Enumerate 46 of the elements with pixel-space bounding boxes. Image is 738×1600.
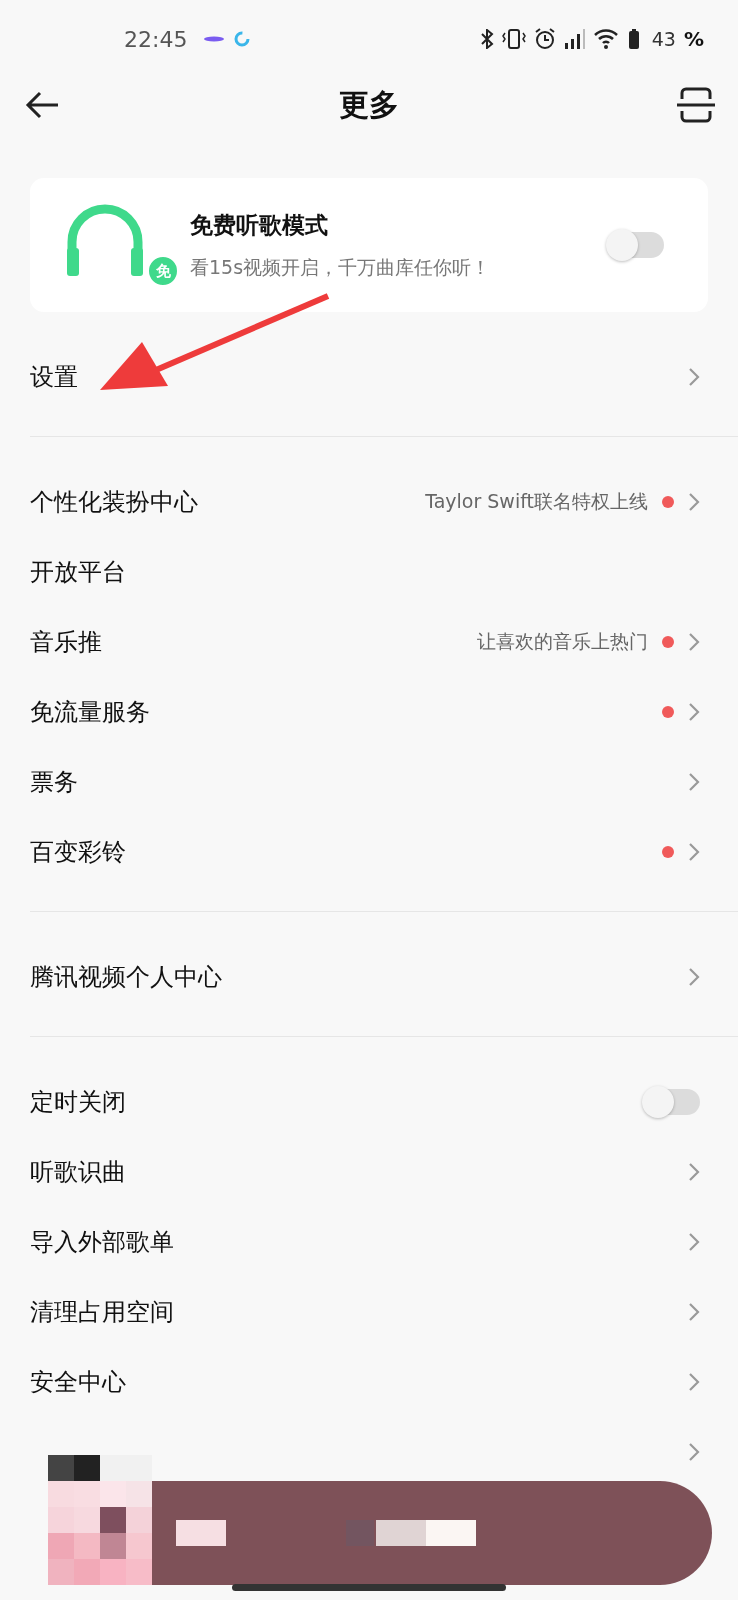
alarm-icon bbox=[533, 28, 556, 50]
setting-label: 个性化装扮中心 bbox=[30, 487, 198, 518]
vibrate-icon bbox=[501, 29, 526, 49]
chevron-right-icon[interactable] bbox=[688, 367, 700, 387]
page-title: 更多 bbox=[339, 85, 399, 124]
chevron-right-icon[interactable] bbox=[688, 772, 700, 792]
scan-icon[interactable] bbox=[676, 85, 716, 125]
setting-label: 票务 bbox=[30, 767, 78, 798]
toggle-switch[interactable] bbox=[644, 1089, 700, 1115]
setting-label: 音乐推 bbox=[30, 627, 102, 658]
setting-label: 免流量服务 bbox=[30, 697, 150, 728]
chevron-right-icon[interactable] bbox=[688, 1162, 700, 1182]
chevron-right-icon[interactable] bbox=[688, 1302, 700, 1322]
setting-label: 腾讯视频个人中心 bbox=[30, 962, 222, 993]
status-time: 22:45 bbox=[124, 26, 188, 52]
setting-label: 开放平台 bbox=[30, 557, 126, 588]
wifi-icon bbox=[593, 28, 620, 50]
setting-label: 安全中心 bbox=[30, 1367, 126, 1398]
chevron-right-icon[interactable] bbox=[688, 702, 700, 722]
setting-hint: 让喜欢的音乐上热门 bbox=[477, 629, 648, 654]
bluetooth-icon bbox=[479, 29, 494, 49]
setting-label: 百变彩铃 bbox=[30, 837, 126, 868]
signal-icon bbox=[563, 28, 586, 50]
toggle-switch[interactable] bbox=[608, 232, 664, 258]
chevron-right-icon[interactable] bbox=[688, 492, 700, 512]
app-notification-icon bbox=[233, 30, 252, 48]
setting-hint: Taylor Swift联名特权上线 bbox=[425, 489, 648, 514]
chevron-right-icon[interactable] bbox=[688, 967, 700, 987]
chevron-right-icon[interactable] bbox=[688, 1442, 700, 1462]
setting-label: 听歌识曲 bbox=[30, 1157, 126, 1188]
promo-title: 免费听歌模式 bbox=[190, 210, 329, 240]
mini-player-bar[interactable] bbox=[152, 1481, 712, 1585]
app-notification-icon bbox=[203, 34, 226, 44]
setting-label: 定时关闭 bbox=[30, 1087, 126, 1118]
setting-label: 导入外部歌单 bbox=[30, 1227, 174, 1258]
chevron-right-icon[interactable] bbox=[688, 842, 700, 862]
free-badge: 免 bbox=[146, 254, 180, 288]
chevron-right-icon[interactable] bbox=[688, 1372, 700, 1392]
battery-level: 43 bbox=[651, 28, 676, 50]
battery-percent-sign: % bbox=[683, 27, 704, 51]
chevron-right-icon[interactable] bbox=[688, 1232, 700, 1252]
chevron-right-icon[interactable] bbox=[688, 632, 700, 652]
battery-icon bbox=[627, 28, 640, 50]
setting-label: 设置 bbox=[30, 362, 78, 393]
setting-label: 清理占用空间 bbox=[30, 1297, 174, 1328]
promo-subtitle: 看15s视频开启，千万曲库任你听！ bbox=[190, 254, 492, 280]
